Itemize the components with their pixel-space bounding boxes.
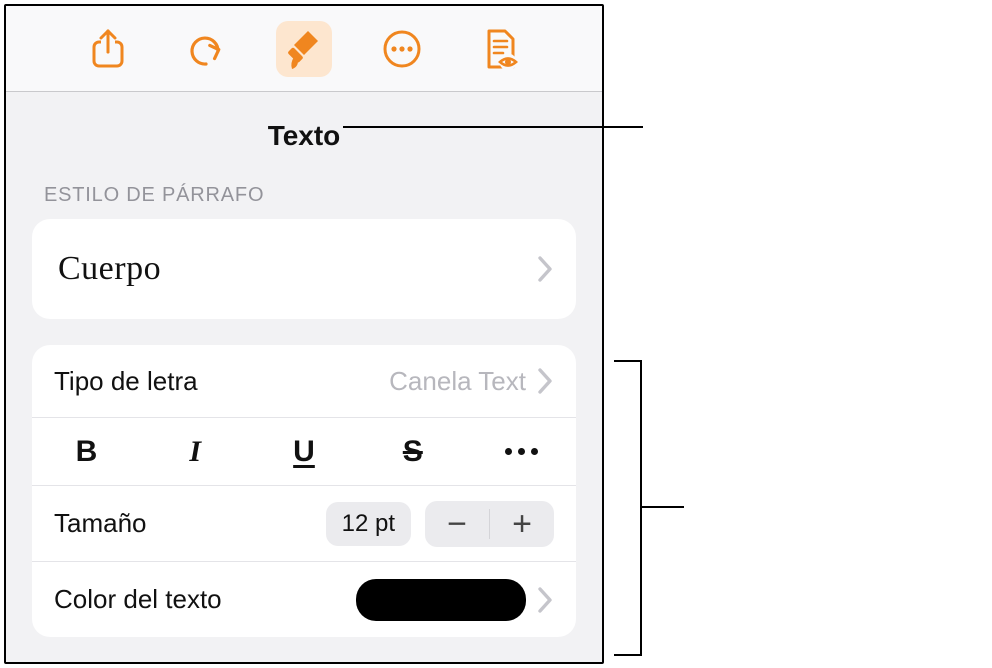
- bold-button[interactable]: B: [32, 418, 141, 485]
- font-label: Tipo de letra: [54, 366, 198, 397]
- size-increase-button[interactable]: +: [490, 501, 554, 547]
- callout-line: [614, 654, 642, 656]
- chevron-right-icon: [536, 367, 554, 395]
- inspector-title: Texto: [6, 92, 602, 170]
- size-stepper: − +: [425, 501, 554, 547]
- italic-button[interactable]: I: [141, 418, 250, 485]
- callout-line: [614, 360, 642, 362]
- size-label: Tamaño: [54, 508, 147, 539]
- underline-button[interactable]: U: [250, 418, 359, 485]
- format-buttons-row: B I U S: [32, 417, 576, 485]
- strikethrough-button[interactable]: S: [358, 418, 467, 485]
- paragraph-style-card: Cuerpo: [32, 219, 576, 319]
- text-color-swatch[interactable]: [356, 579, 526, 621]
- ellipsis-icon: [505, 448, 538, 455]
- paragraph-style-header: ESTILO DE PÁRRAFO: [6, 170, 602, 219]
- format-inspector-panel: Texto ESTILO DE PÁRRAFO Cuerpo Tipo de l…: [4, 4, 604, 664]
- size-row: Tamaño 12 pt − +: [32, 485, 576, 561]
- font-row[interactable]: Tipo de letra Canela Text: [32, 345, 576, 417]
- text-color-label: Color del texto: [54, 584, 222, 615]
- font-value: Canela Text: [389, 366, 526, 397]
- size-decrease-button[interactable]: −: [425, 501, 489, 547]
- more-button[interactable]: [374, 21, 430, 77]
- undo-button[interactable]: [178, 21, 234, 77]
- size-value[interactable]: 12 pt: [326, 502, 411, 546]
- share-button[interactable]: [80, 21, 136, 77]
- document-view-button[interactable]: [472, 21, 528, 77]
- callout-line: [343, 126, 643, 128]
- more-format-button[interactable]: [467, 418, 576, 485]
- paragraph-style-row[interactable]: Cuerpo: [32, 219, 576, 319]
- chevron-right-icon: [536, 255, 554, 283]
- format-button[interactable]: [276, 21, 332, 77]
- callout-line: [640, 506, 684, 508]
- callout-line: [640, 360, 642, 656]
- paragraph-style-value: Cuerpo: [54, 250, 165, 288]
- text-color-row[interactable]: Color del texto: [32, 561, 576, 637]
- text-format-card: Tipo de letra Canela Text B I U S Tamaño…: [32, 345, 576, 637]
- chevron-right-icon: [536, 586, 554, 614]
- toolbar: [6, 6, 602, 92]
